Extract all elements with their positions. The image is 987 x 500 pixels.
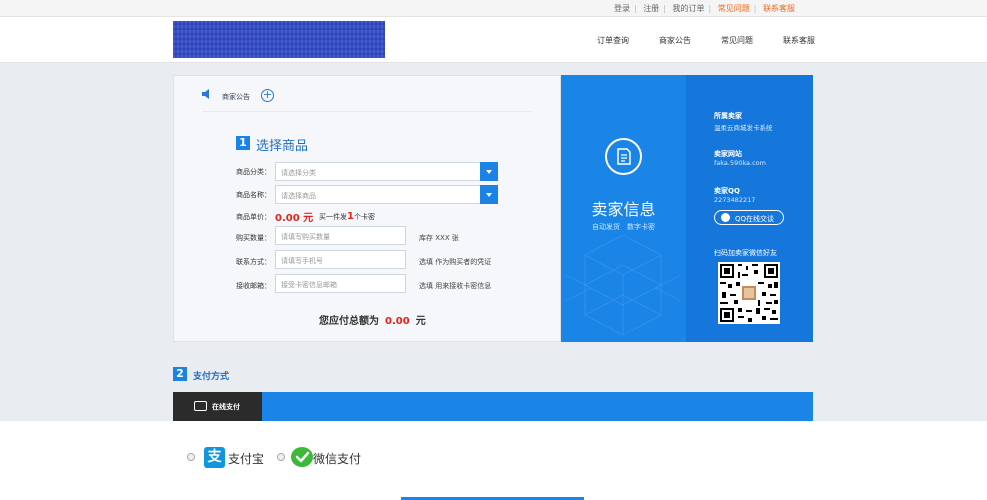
product-panel: 商家公告 + 1 选择商品 商品分类： 请选择分类 商品名称： 请选择商品 商品… xyxy=(173,75,561,342)
buy-note-count: 1 xyxy=(347,211,354,222)
buy-note-prefix: 买一件发 xyxy=(319,213,347,221)
total-label: 您应付总额为 xyxy=(319,316,379,327)
faq-link[interactable]: 常见问题 xyxy=(718,4,750,13)
nav-contact-service[interactable]: 联系客服 xyxy=(783,35,815,46)
email-hint: 选填 用来接收卡密信息 xyxy=(419,282,492,290)
product-dropdown-icon[interactable] xyxy=(480,185,498,204)
total-amount: 您应付总额为 0.00 元 xyxy=(319,312,426,327)
seller-panel: 卖家信息 自动发货 数字卡密 所属卖家 温柔云商城发卡系统 卖家网站 faka.… xyxy=(561,75,813,342)
wechat-pay-radio[interactable] xyxy=(277,453,285,461)
category-label: 商品分类： xyxy=(236,168,271,176)
contact-placeholder: 请填写手机号 xyxy=(281,257,323,265)
top-bar: 登录 | 注册 | 我的订单 | 常见问题 | 联系客服 xyxy=(0,0,987,17)
step-1-badge: 1 xyxy=(236,136,250,150)
speaker-icon xyxy=(202,89,209,99)
site-logo[interactable] xyxy=(173,21,385,58)
email-placeholder: 接受卡密信息邮箱 xyxy=(281,281,337,289)
seller-title: 卖家信息 xyxy=(591,200,656,219)
email-label: 接收邮箱： xyxy=(236,282,271,290)
alipay-icon[interactable]: 支 xyxy=(204,447,225,468)
buy-note: 买一件发1个卡密 xyxy=(319,211,375,222)
nav-faq[interactable]: 常见问题 xyxy=(721,35,753,46)
product-select[interactable]: 请选择商品 xyxy=(275,185,498,204)
payment-options-area xyxy=(0,421,987,500)
top-links: 登录 | 注册 | 我的订单 | 常见问题 | 联系客服 xyxy=(614,4,795,13)
nav-order-query[interactable]: 订单查询 xyxy=(597,35,629,46)
qq-button-label: QQ在线交谈 xyxy=(735,215,775,223)
seller-subtitle: 自动发货 数字卡密 xyxy=(592,223,655,231)
buy-note-suffix: 个卡密 xyxy=(353,213,375,221)
email-input[interactable]: 接受卡密信息邮箱 xyxy=(275,274,406,293)
tab-online-payment[interactable]: 在线支付 xyxy=(173,392,262,421)
total-value: 0.00 xyxy=(385,316,410,327)
store-value: 温柔云商城发卡系统 xyxy=(714,124,773,132)
wechat-pay-icon[interactable] xyxy=(291,447,313,467)
product-label: 商品名称： xyxy=(236,191,271,199)
payment-tab-bar: 在线支付 xyxy=(173,392,813,421)
qq-value: 2273482217 xyxy=(714,196,756,204)
qq-icon xyxy=(721,213,730,222)
wechat-pay-label[interactable]: 微信支付 xyxy=(313,450,361,467)
category-placeholder: 请选择分类 xyxy=(281,169,316,177)
isometric-decoration xyxy=(565,234,682,336)
tab-online-payment-label: 在线支付 xyxy=(212,403,240,411)
nav-announcements[interactable]: 商家公告 xyxy=(659,35,691,46)
site-header: 订单查询 商家公告 常见问题 联系客服 xyxy=(0,17,987,63)
quantity-label: 购买数量： xyxy=(236,234,271,242)
scan-label: 扫码加卖家微信好友 xyxy=(714,249,777,257)
store-label: 所属卖家 xyxy=(714,112,742,120)
notice-bar: 商家公告 + xyxy=(202,88,532,112)
alipay-radio[interactable] xyxy=(187,453,195,461)
document-icon xyxy=(617,148,631,165)
notice-label: 商家公告 xyxy=(222,93,250,101)
seller-badge xyxy=(605,138,642,175)
qq-chat-button[interactable]: QQ在线交谈 xyxy=(714,210,784,225)
login-link[interactable]: 登录 xyxy=(614,4,630,13)
expand-plus-icon[interactable]: + xyxy=(261,89,274,102)
total-unit: 元 xyxy=(415,316,426,327)
step-1-title: 选择商品 xyxy=(256,139,309,154)
card-icon xyxy=(194,401,207,411)
wechat-qr-code xyxy=(718,262,780,324)
step-2-title: 支付方式 xyxy=(193,372,230,382)
stock-hint: 库存 XXX 张 xyxy=(419,234,459,242)
site-value[interactable]: faka.590ka.com xyxy=(714,159,766,167)
quantity-input[interactable]: 请填写购买数量 xyxy=(275,226,406,245)
contact-hint: 选填 作为购买者的凭证 xyxy=(419,258,492,266)
step-2-badge: 2 xyxy=(173,367,187,381)
site-label: 卖家网站 xyxy=(714,150,742,158)
quantity-placeholder: 请填写购买数量 xyxy=(281,233,330,241)
alipay-label[interactable]: 支付宝 xyxy=(228,450,264,467)
register-link[interactable]: 注册 xyxy=(643,4,659,13)
contact-service-link[interactable]: 联系客服 xyxy=(763,4,795,13)
category-dropdown-icon[interactable] xyxy=(480,162,498,181)
contact-label: 联系方式： xyxy=(236,258,271,266)
qq-label: 卖家QQ xyxy=(714,187,740,195)
unit-price-label: 商品单价： xyxy=(236,213,271,221)
my-orders-link[interactable]: 我的订单 xyxy=(673,4,705,13)
qr-code-icon xyxy=(720,264,778,322)
product-placeholder: 请选择商品 xyxy=(281,192,316,200)
contact-input[interactable]: 请填写手机号 xyxy=(275,250,406,269)
seller-summary: 卖家信息 自动发货 数字卡密 xyxy=(561,75,686,342)
category-select[interactable]: 请选择分类 xyxy=(275,162,498,181)
seller-details: 所属卖家 温柔云商城发卡系统 卖家网站 faka.590ka.com 卖家QQ … xyxy=(686,75,813,342)
unit-price-value: 0.00 元 xyxy=(275,213,314,224)
